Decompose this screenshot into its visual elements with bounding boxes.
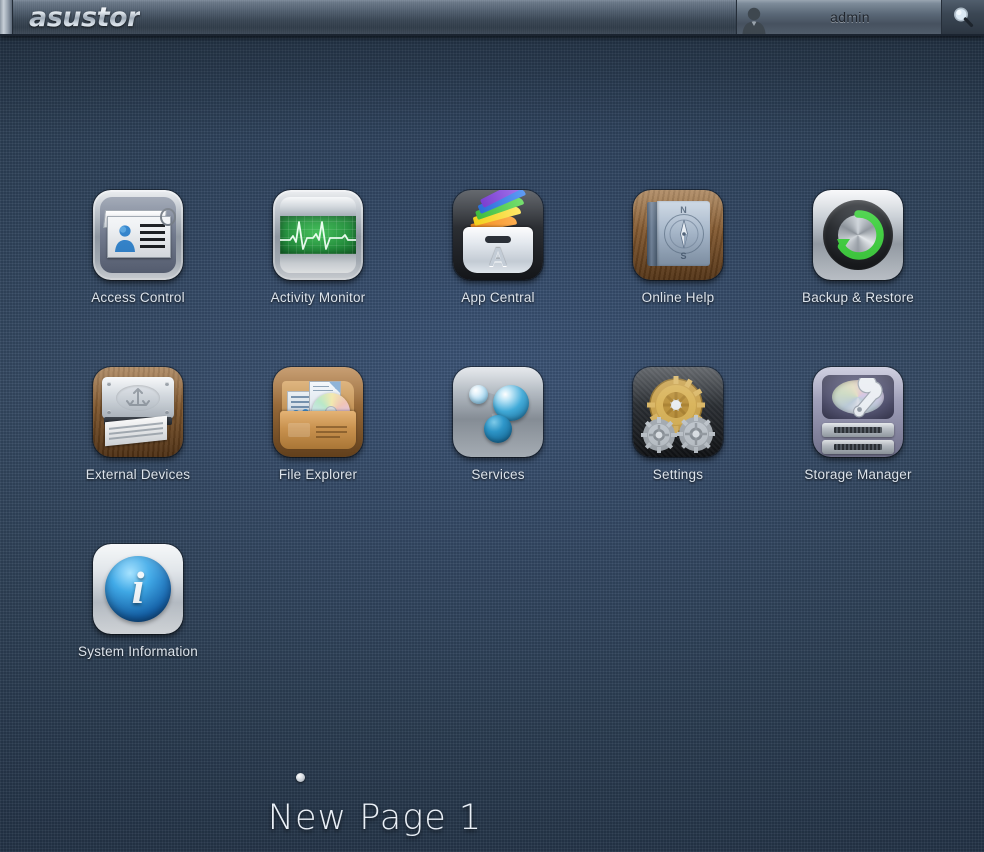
app-label: Activity Monitor (270, 290, 366, 305)
disk-wrench-icon (813, 367, 903, 457)
app-label: App Central (461, 290, 535, 305)
app-basket-icon: A (453, 190, 543, 280)
network-nodes-icon (453, 367, 543, 457)
icon-row-1: Access Control Activity Monitor A App Ce… (48, 190, 948, 307)
search-button[interactable] (942, 0, 984, 34)
gears-icon (633, 367, 723, 457)
app-icon-external-devices[interactable]: External Devices (48, 367, 228, 484)
app-label: Services (471, 467, 525, 482)
page-indicator (0, 773, 600, 782)
app-label: Online Help (641, 290, 715, 305)
app-icon-settings[interactable]: Settings (588, 367, 768, 484)
user-menu[interactable]: admin (736, 0, 942, 34)
info-glyph: i (131, 562, 145, 614)
app-icon-grid: Access Control Activity Monitor A App Ce… (48, 190, 948, 661)
brand-zone: asustor (13, 0, 231, 34)
folder-disc-icon (273, 367, 363, 457)
asustor-logo: asustor (29, 1, 140, 33)
page-dot[interactable] (295, 773, 305, 782)
top-bar: asustor admin (0, 0, 984, 36)
refresh-circle-icon (813, 190, 903, 280)
app-label: File Explorer (278, 467, 358, 482)
search-icon (954, 7, 974, 27)
id-card-icon (93, 190, 183, 280)
app-icon-services[interactable]: Services (408, 367, 588, 484)
heartbeat-monitor-icon (273, 190, 363, 280)
app-icon-system-information[interactable]: i System Information (48, 544, 228, 661)
app-central-letter: A (488, 242, 508, 272)
page-title[interactable]: New Page 1 (0, 798, 750, 838)
desktop: asustor admin Access Control Activity Mo… (0, 0, 984, 852)
topbar-left-edge (0, 0, 13, 34)
app-icon-app-central[interactable]: A App Central (408, 190, 588, 307)
user-avatar-icon (737, 0, 771, 35)
app-label: Access Control (91, 290, 185, 305)
app-label: Storage Manager (804, 467, 912, 482)
user-name-label: admin (830, 9, 870, 25)
icon-row-2: External Devices File Explorer Services … (48, 367, 948, 484)
app-icon-file-explorer[interactable]: File Explorer (228, 367, 408, 484)
app-icon-backup-restore[interactable]: Backup & Restore (768, 190, 948, 307)
app-icon-online-help[interactable]: N S Online Help (588, 190, 768, 307)
app-label: Settings (652, 467, 704, 482)
icon-row-3: i System Information (48, 544, 948, 661)
app-label: External Devices (85, 467, 191, 482)
book-compass-icon: N S (633, 190, 723, 280)
app-label: Backup & Restore (801, 290, 914, 305)
compass-south-label: S (680, 251, 687, 261)
printer-icon (93, 367, 183, 457)
app-icon-storage-manager[interactable]: Storage Manager (768, 367, 948, 484)
info-circle-icon: i (93, 544, 183, 634)
app-icon-access-control[interactable]: Access Control (48, 190, 228, 307)
app-icon-activity-monitor[interactable]: Activity Monitor (228, 190, 408, 307)
app-label: System Information (78, 644, 198, 659)
